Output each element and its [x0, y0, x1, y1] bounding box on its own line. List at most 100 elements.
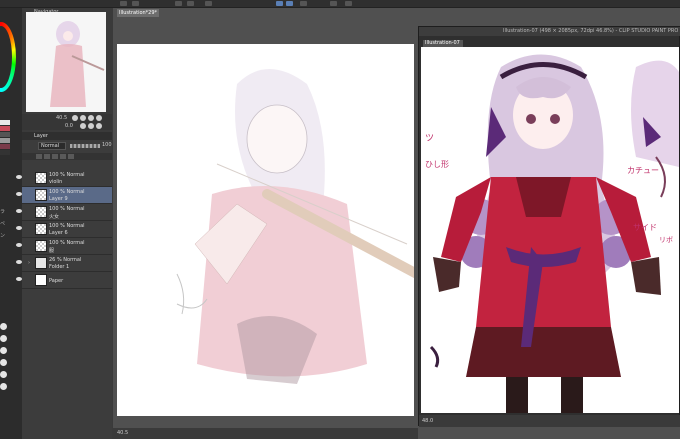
layer-row[interactable]: Paper: [16, 272, 112, 289]
reference-status-bar: 48.0: [419, 415, 680, 427]
brush-size-preset[interactable]: [0, 383, 7, 390]
eye-icon[interactable]: [16, 175, 22, 179]
folder-expand-icon[interactable]: ›: [28, 260, 30, 266]
reference-window-title[interactable]: Illustration-07 (498 × 2085px, 72dpi 46.…: [419, 27, 680, 36]
layer-thumbnail: [35, 274, 47, 286]
rotate-left-icon[interactable]: [80, 123, 86, 129]
view-slider-row: 40.5 0.0: [22, 114, 112, 130]
reference-window[interactable]: Illustration-07 (498 × 2085px, 72dpi 46.…: [418, 26, 680, 427]
folder-icon: [35, 257, 47, 269]
layer-opacity-label: 100 % Normal: [49, 223, 85, 229]
layer-thumbnail: [35, 240, 47, 252]
layer-row[interactable]: 100 % Normal 服: [16, 238, 112, 255]
layer-row[interactable]: › 26 % Normal Folder 1: [16, 255, 112, 272]
sketch-artwork: [176, 69, 414, 384]
layer-toolbar: [22, 153, 112, 160]
brush-size-preset[interactable]: [0, 347, 7, 354]
palette-swatch[interactable]: [0, 126, 10, 131]
eye-icon[interactable]: [16, 243, 22, 247]
brush-size-preset[interactable]: [0, 359, 7, 366]
annotation-5: リボ: [659, 236, 673, 244]
blend-row: Normal 100: [22, 142, 112, 151]
layer-name: 火女: [49, 214, 60, 220]
eye-icon[interactable]: [16, 277, 22, 281]
layer-panel-tabs: Layer: [22, 132, 112, 140]
eye-icon[interactable]: [16, 209, 22, 213]
layer-thumbnail: [35, 223, 47, 235]
selection-tool-icon[interactable]: [276, 1, 283, 6]
angle-value[interactable]: 0.0: [65, 123, 73, 129]
grid-icon[interactable]: [330, 1, 337, 6]
zoom-in-icon[interactable]: [80, 115, 86, 121]
redo-icon[interactable]: [187, 1, 194, 6]
toolbar-icon-a[interactable]: [120, 1, 127, 6]
layer-name: violin: [49, 179, 63, 185]
layer-row[interactable]: 100 % Normal violin: [16, 170, 112, 187]
layer-tab[interactable]: Layer: [34, 133, 48, 139]
brush-size-preset[interactable]: [0, 335, 7, 342]
undo-icon[interactable]: [175, 1, 182, 6]
layer-name: Layer 6: [49, 230, 68, 236]
layer-opacity-label: 100 % Normal: [49, 172, 85, 178]
annotation-3: カチュー: [627, 166, 659, 175]
layer-name: Paper: [49, 278, 64, 284]
opacity-value[interactable]: 100: [102, 142, 112, 148]
canvas-status-bar: 40.5: [113, 428, 418, 439]
blend-mode-select[interactable]: Normal: [38, 142, 66, 150]
eye-icon[interactable]: [16, 192, 22, 196]
palette-swatch[interactable]: [0, 150, 10, 155]
navigator-thumbnail[interactable]: [26, 12, 106, 112]
palette-swatch[interactable]: [0, 138, 10, 143]
transform-icon[interactable]: [300, 1, 307, 6]
annotation-4: サイド: [633, 223, 657, 232]
brush-size-preset[interactable]: [0, 323, 7, 330]
palette-swatch[interactable]: [0, 120, 10, 125]
canvas-tab[interactable]: Illustration*29*: [117, 9, 159, 17]
reference-icon[interactable]: [60, 154, 66, 159]
actual-size-icon[interactable]: [96, 115, 102, 121]
mask-icon[interactable]: [68, 154, 74, 159]
layer-opacity-label: 100 % Normal: [49, 240, 85, 246]
eye-icon[interactable]: [16, 226, 22, 230]
annotation-2: ひし形: [425, 160, 449, 169]
clear-icon[interactable]: [205, 1, 212, 6]
new-layer-icon[interactable]: [36, 154, 42, 159]
palette-swatch[interactable]: [0, 132, 10, 137]
layer-opacity-label: 100 % Normal: [49, 206, 85, 212]
tool-label[interactable]: ン: [0, 232, 10, 239]
color-wheel[interactable]: [0, 22, 16, 92]
reference-image[interactable]: ツ ひし形 カチュー サイド リボ: [421, 47, 679, 413]
top-toolbar: [0, 0, 680, 8]
layer-name: 服: [49, 248, 55, 254]
layer-list: 100 % Normal violin 100 % Normal Layer 9 100…: [16, 170, 112, 289]
reference-tab[interactable]: Illustration-07: [423, 40, 463, 47]
rotate-right-icon[interactable]: [88, 123, 94, 129]
layer-thumbnail: [35, 206, 47, 218]
layer-row[interactable]: 100 % Normal Layer 9: [16, 187, 112, 204]
palette-swatch[interactable]: [0, 144, 10, 149]
layer-name: Layer 9: [49, 196, 68, 202]
layer-panel: Layer Normal 100 100 % Normal violin 100 %…: [16, 132, 112, 439]
opacity-slider[interactable]: [70, 144, 100, 148]
zoom-value[interactable]: 40.5: [56, 115, 67, 121]
clip-icon[interactable]: [52, 154, 58, 159]
tool-label[interactable]: ラ: [0, 208, 10, 215]
left-tool-column: ラ ペ ン: [0, 8, 22, 439]
layer-opacity-label: 26 % Normal: [49, 257, 82, 263]
lock-icon[interactable]: [44, 154, 50, 159]
selection-tool-icon-2[interactable]: [286, 1, 293, 6]
brush-size-preset[interactable]: [0, 371, 7, 378]
layer-row[interactable]: 100 % Normal Layer 6: [16, 221, 112, 238]
toolbar-icon-b[interactable]: [132, 1, 139, 6]
fit-icon[interactable]: [88, 115, 94, 121]
eye-icon[interactable]: [16, 260, 22, 264]
tool-label[interactable]: ペ: [0, 220, 10, 227]
layer-thumbnail: [35, 189, 47, 201]
ruler-icon[interactable]: [345, 1, 352, 6]
layer-row[interactable]: 100 % Normal 火女: [16, 204, 112, 221]
navigator-preview-art: [50, 21, 105, 107]
canvas-paper[interactable]: [117, 44, 414, 416]
layer-opacity-label: 100 % Normal: [49, 189, 85, 195]
zoom-out-icon[interactable]: [72, 115, 78, 121]
reset-rotation-icon[interactable]: [96, 123, 102, 129]
